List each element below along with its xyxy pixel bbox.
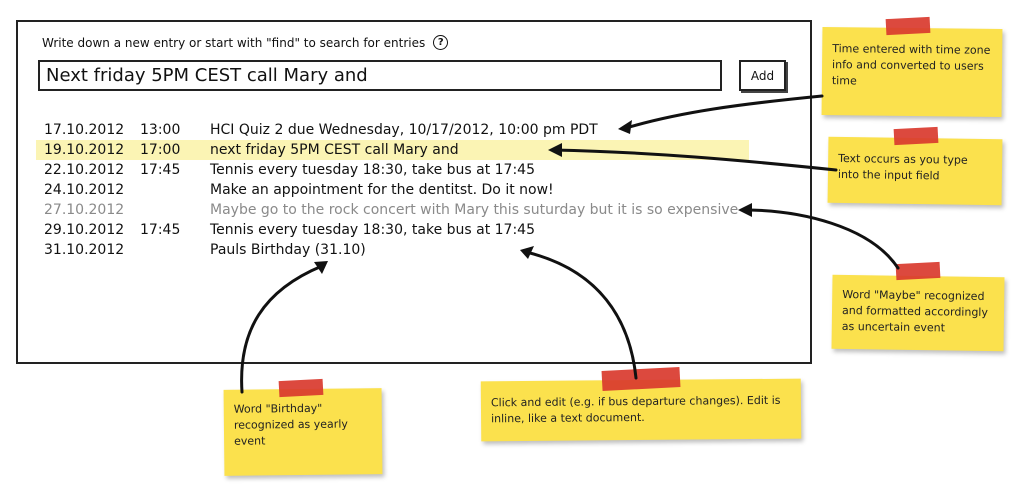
entry-input[interactable] — [38, 60, 722, 91]
entry-time: 17:00 — [140, 142, 181, 158]
entry-time — [140, 180, 210, 200]
entry-date: 27.10.2012 — [44, 202, 125, 218]
entry-row[interactable]: 24.10.2012 Make an appointment for the d… — [38, 180, 758, 200]
note-birthday-text: Word "Birthday" recognized as yearly eve… — [233, 401, 348, 448]
entry-row[interactable]: 27.10.2012 Maybe go to the rock concert … — [38, 200, 758, 220]
entry-text[interactable]: next friday 5PM CEST call Mary and — [210, 140, 459, 160]
tape-birthday — [278, 378, 324, 398]
note-birthday: Word "Birthday" recognized as yearly eve… — [223, 388, 383, 476]
entry-date: 29.10.2012 — [44, 222, 125, 238]
tape-click-edit — [601, 366, 681, 392]
entry-row[interactable]: 19.10.2012 17:00 next friday 5PM CEST ca… — [36, 140, 749, 160]
entry-date: 31.10.2012 — [44, 242, 125, 258]
entry-text[interactable]: Make an appointment for the dentitst. Do… — [210, 180, 554, 200]
entry-time — [140, 200, 210, 220]
entry-date: 19.10.2012 — [44, 142, 125, 158]
tape-time-zone — [885, 16, 931, 36]
entry-text[interactable]: Tennis every tuesday 18:30, take bus at … — [210, 160, 535, 180]
entry-text[interactable]: HCI Quiz 2 due Wednesday, 10/17/2012, 10… — [210, 120, 598, 140]
entry-text[interactable]: Pauls Birthday (31.10) — [210, 240, 366, 260]
entry-date: 24.10.2012 — [44, 182, 125, 198]
entry-date: 17.10.2012 — [44, 122, 125, 138]
note-time-zone: Time entered with time zone info and con… — [821, 27, 1003, 117]
note-click-edit-text: Click and edit (e.g. if bus departure ch… — [490, 393, 781, 426]
entry-text[interactable]: Tennis every tuesday 18:30, take bus at … — [210, 220, 535, 240]
help-icon[interactable]: ? — [433, 35, 449, 50]
entry-time: 13:00 — [140, 122, 181, 138]
entry-time — [140, 240, 210, 260]
entry-row[interactable]: 29.10.2012 17:45 Tennis every tuesday 18… — [38, 220, 758, 240]
tape-typing — [893, 126, 939, 146]
add-button[interactable]: Add — [739, 60, 786, 91]
instruction-line: Write down a new entry or start with "fi… — [42, 35, 449, 50]
entry-list: 17.10.2012 13:00 HCI Quiz 2 due Wednesda… — [36, 120, 758, 260]
tape-maybe — [895, 261, 941, 281]
instruction-text: Write down a new entry or start with "fi… — [42, 35, 426, 50]
entry-text[interactable]: Maybe go to the rock concert with Mary t… — [210, 200, 738, 220]
entry-date: 22.10.2012 — [44, 162, 125, 178]
note-typing: Text occurs as you type into the input f… — [827, 136, 1003, 206]
note-typing-text: Text occurs as you type into the input f… — [837, 151, 968, 183]
entry-time: 17:45 — [140, 222, 181, 238]
entry-row[interactable]: 17.10.2012 13:00 HCI Quiz 2 due Wednesda… — [38, 120, 758, 140]
entry-row[interactable]: 31.10.2012 Pauls Birthday (31.10) — [38, 240, 758, 260]
note-time-zone-text: Time entered with time zone info and con… — [831, 42, 991, 88]
entry-time: 17:45 — [140, 162, 181, 178]
note-maybe-text: Word "Maybe" recognized and formatted ac… — [841, 287, 989, 335]
entry-row[interactable]: 22.10.2012 17:45 Tennis every tuesday 18… — [38, 160, 758, 180]
note-maybe: Word "Maybe" recognized and formatted ac… — [831, 274, 1005, 352]
